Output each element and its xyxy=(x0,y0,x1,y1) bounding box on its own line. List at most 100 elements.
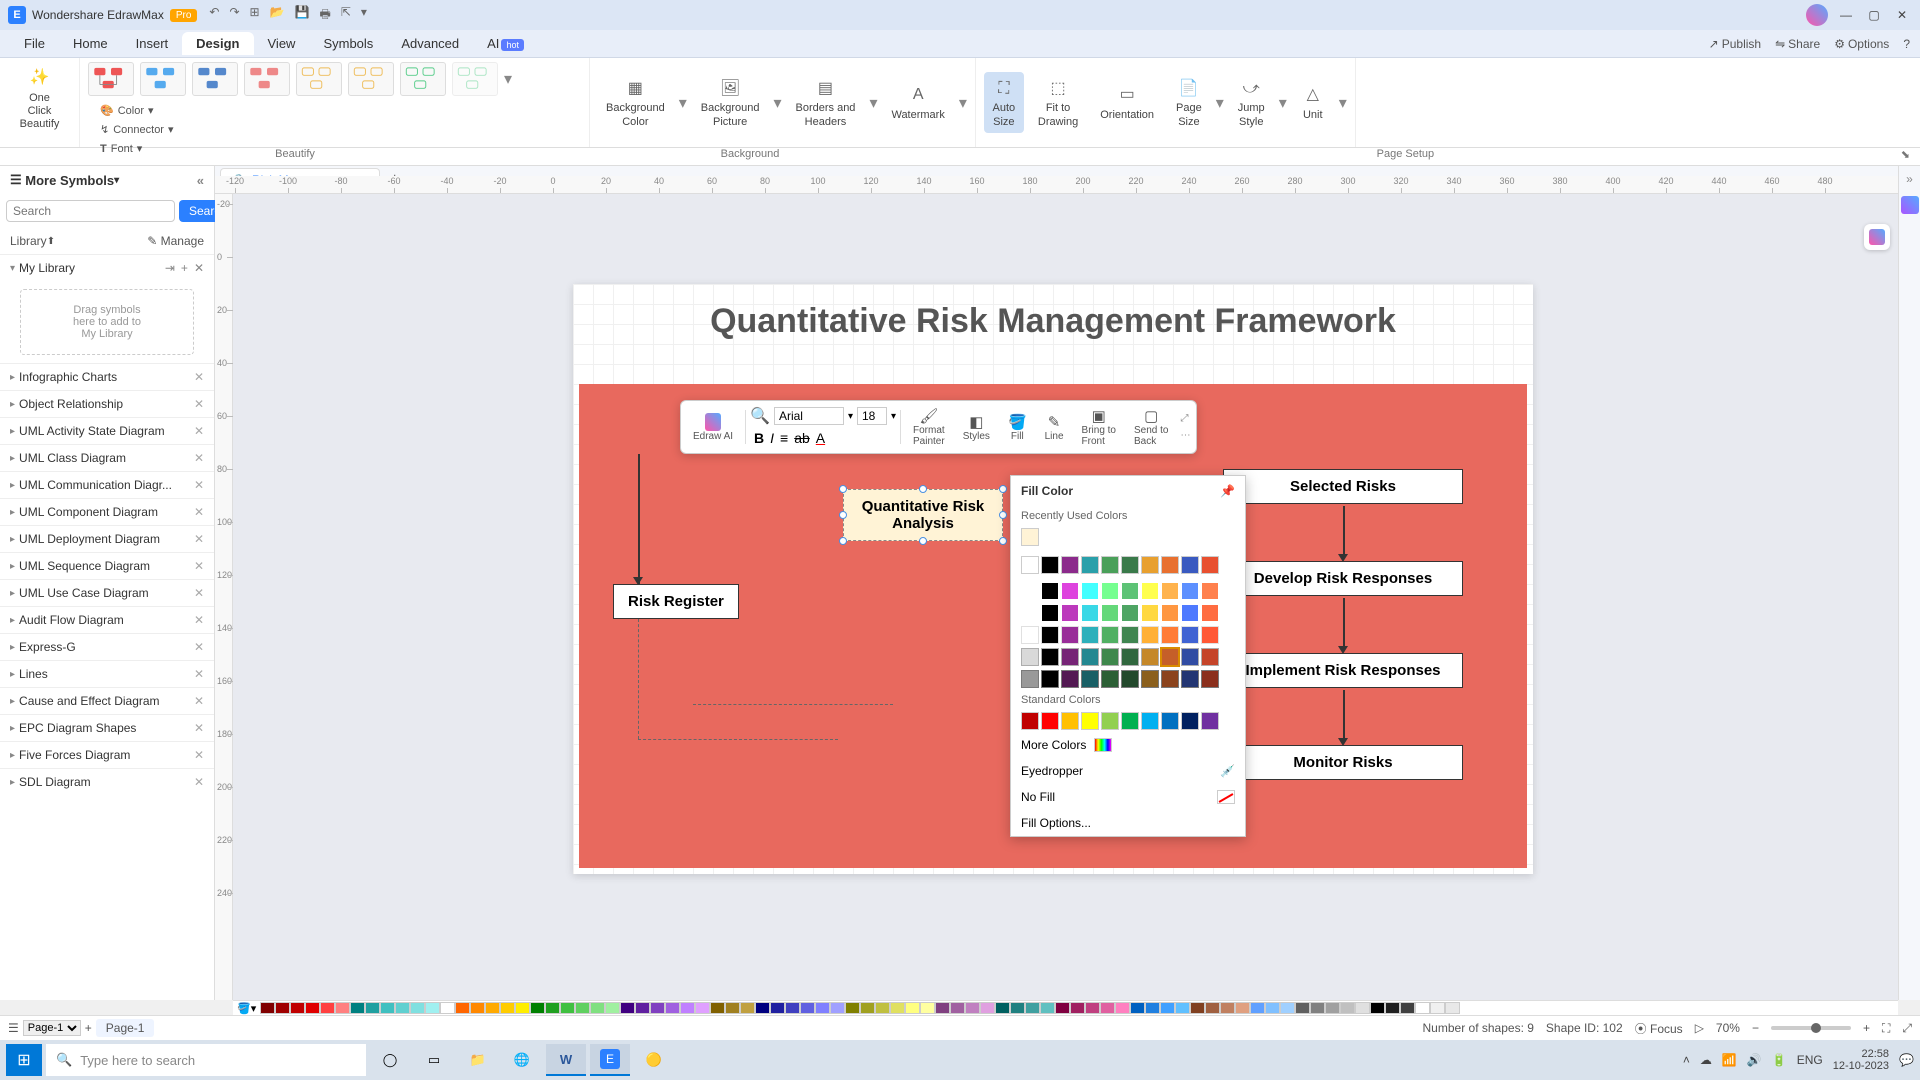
watermark-dropdown-icon[interactable]: ▾ xyxy=(959,93,967,113)
tint-color-swatch[interactable] xyxy=(1121,604,1139,622)
quick-color-swatch[interactable] xyxy=(860,1002,875,1014)
quick-color-swatch[interactable] xyxy=(815,1002,830,1014)
quick-color-swatch[interactable] xyxy=(455,1002,470,1014)
import-icon[interactable]: ⇥ xyxy=(165,261,175,275)
quick-color-swatch[interactable] xyxy=(740,1002,755,1014)
standard-color-swatch[interactable] xyxy=(1121,712,1139,730)
remove-icon[interactable]: ✕ xyxy=(194,261,204,275)
standard-color-swatch[interactable] xyxy=(1041,712,1059,730)
quick-color-swatch[interactable] xyxy=(995,1002,1010,1014)
quick-color-swatch[interactable] xyxy=(1205,1002,1220,1014)
quick-color-swatch[interactable] xyxy=(1370,1002,1385,1014)
quick-color-swatch[interactable] xyxy=(305,1002,320,1014)
save-icon[interactable]: 💾 xyxy=(295,5,310,26)
tray-language[interactable]: ENG xyxy=(1797,1053,1823,1067)
tint-color-swatch[interactable] xyxy=(1081,626,1099,644)
library-section[interactable]: ▸SDL Diagram✕ xyxy=(0,768,214,795)
quick-color-swatch[interactable] xyxy=(1070,1002,1085,1014)
box-quantitative-risk-analysis[interactable]: Quantitative Risk Analysis xyxy=(843,489,1003,541)
quick-color-swatch[interactable] xyxy=(1445,1002,1460,1014)
tint-color-swatch[interactable] xyxy=(1081,582,1099,600)
quick-color-swatch[interactable] xyxy=(1340,1002,1355,1014)
page-tab[interactable]: Page-1 xyxy=(96,1019,155,1037)
borders-headers-button[interactable]: ▤Borders and Headers xyxy=(788,72,864,132)
library-label[interactable]: Library xyxy=(10,234,47,248)
styles-button[interactable]: ◧Styles xyxy=(955,411,998,444)
tint-color-swatch[interactable] xyxy=(1181,604,1199,622)
one-click-beautify-button[interactable]: ✨ One Click Beautify xyxy=(8,62,71,136)
line-button[interactable]: ✎Line xyxy=(1037,411,1072,444)
publish-button[interactable]: ↗ Publish xyxy=(1709,37,1761,51)
unit-dropdown-icon[interactable]: ▾ xyxy=(1339,93,1347,113)
task-view-icon[interactable]: ◯ xyxy=(370,1044,410,1076)
quick-color-swatch[interactable] xyxy=(605,1002,620,1014)
theme-color-swatch[interactable] xyxy=(1081,556,1099,574)
zoom-slider[interactable] xyxy=(1771,1026,1851,1030)
standard-color-swatch[interactable] xyxy=(1061,712,1079,730)
connector-dashed[interactable] xyxy=(693,704,893,705)
quick-color-swatch[interactable] xyxy=(1250,1002,1265,1014)
theme-preset-7[interactable] xyxy=(400,62,446,96)
export-icon[interactable]: ⇱ xyxy=(341,5,351,26)
font-color-button[interactable]: A xyxy=(816,430,825,446)
print-icon[interactable]: 🖶 xyxy=(320,5,331,26)
standard-color-swatch[interactable] xyxy=(1141,712,1159,730)
quick-color-swatch[interactable] xyxy=(620,1002,635,1014)
standard-color-swatch[interactable] xyxy=(1101,712,1119,730)
menu-view[interactable]: View xyxy=(254,32,310,55)
quick-color-swatch[interactable] xyxy=(260,1002,275,1014)
jump-style-dropdown-icon[interactable]: ▾ xyxy=(1279,93,1287,113)
quick-color-swatch[interactable] xyxy=(1085,1002,1100,1014)
quick-color-swatch[interactable] xyxy=(1235,1002,1250,1014)
fill-button[interactable]: 🪣Fill xyxy=(1000,411,1035,444)
font-search-icon[interactable]: 🔍 xyxy=(750,406,770,426)
tint-color-swatch[interactable] xyxy=(1101,604,1119,622)
quick-color-swatch[interactable] xyxy=(680,1002,695,1014)
menu-file[interactable]: File xyxy=(10,32,59,55)
quick-color-swatch[interactable] xyxy=(1355,1002,1370,1014)
section-close-icon[interactable]: ✕ xyxy=(194,667,204,681)
library-section[interactable]: ▸Object Relationship✕ xyxy=(0,390,214,417)
page-size-button[interactable]: 📄Page Size xyxy=(1168,72,1210,132)
box-risk-register[interactable]: Risk Register xyxy=(613,584,739,619)
tint-color-swatch[interactable] xyxy=(1021,648,1039,666)
library-section[interactable]: ▸UML Deployment Diagram✕ xyxy=(0,525,214,552)
quick-color-swatch[interactable] xyxy=(935,1002,950,1014)
quick-color-swatch[interactable] xyxy=(650,1002,665,1014)
quick-color-swatch[interactable] xyxy=(695,1002,710,1014)
quick-color-swatch[interactable] xyxy=(1175,1002,1190,1014)
quick-color-swatch[interactable] xyxy=(290,1002,305,1014)
right-panel-expand-icon[interactable]: » xyxy=(1906,172,1913,186)
connector[interactable] xyxy=(638,454,640,584)
quick-color-swatch[interactable] xyxy=(710,1002,725,1014)
library-section[interactable]: ▸EPC Diagram Shapes✕ xyxy=(0,714,214,741)
tray-volume-icon[interactable]: 🔊 xyxy=(1747,1053,1762,1067)
section-close-icon[interactable]: ✕ xyxy=(194,721,204,735)
theme-color-swatch[interactable] xyxy=(1101,556,1119,574)
theme-preset-2[interactable] xyxy=(140,62,186,96)
tint-color-swatch[interactable] xyxy=(1081,648,1099,666)
quick-color-swatch[interactable] xyxy=(380,1002,395,1014)
watermark-button[interactable]: AWatermark xyxy=(883,79,952,126)
tint-color-swatch[interactable] xyxy=(1021,626,1039,644)
tint-color-swatch[interactable] xyxy=(1021,582,1039,600)
pin-icon[interactable]: 📌 xyxy=(1220,484,1235,498)
connector[interactable] xyxy=(1343,506,1345,556)
explorer-icon[interactable]: 📁 xyxy=(458,1044,498,1076)
more-colors-button[interactable]: More Colors xyxy=(1011,732,1245,758)
tint-color-swatch[interactable] xyxy=(1101,582,1119,600)
quick-color-swatch[interactable] xyxy=(920,1002,935,1014)
section-close-icon[interactable]: ✕ xyxy=(194,532,204,546)
unit-button[interactable]: △Unit xyxy=(1293,79,1333,126)
tint-color-swatch[interactable] xyxy=(1141,604,1159,622)
quick-color-swatch[interactable] xyxy=(1415,1002,1430,1014)
quick-color-swatch[interactable] xyxy=(335,1002,350,1014)
tray-onedrive-icon[interactable]: ☁ xyxy=(1700,1053,1712,1067)
open-icon[interactable]: 📂 xyxy=(270,5,285,26)
library-section[interactable]: ▸Express-G✕ xyxy=(0,633,214,660)
quick-color-swatch[interactable] xyxy=(1385,1002,1400,1014)
quick-color-swatch[interactable] xyxy=(635,1002,650,1014)
quick-color-swatch[interactable] xyxy=(725,1002,740,1014)
tint-color-swatch[interactable] xyxy=(1041,582,1059,600)
tint-color-swatch[interactable] xyxy=(1181,670,1199,688)
